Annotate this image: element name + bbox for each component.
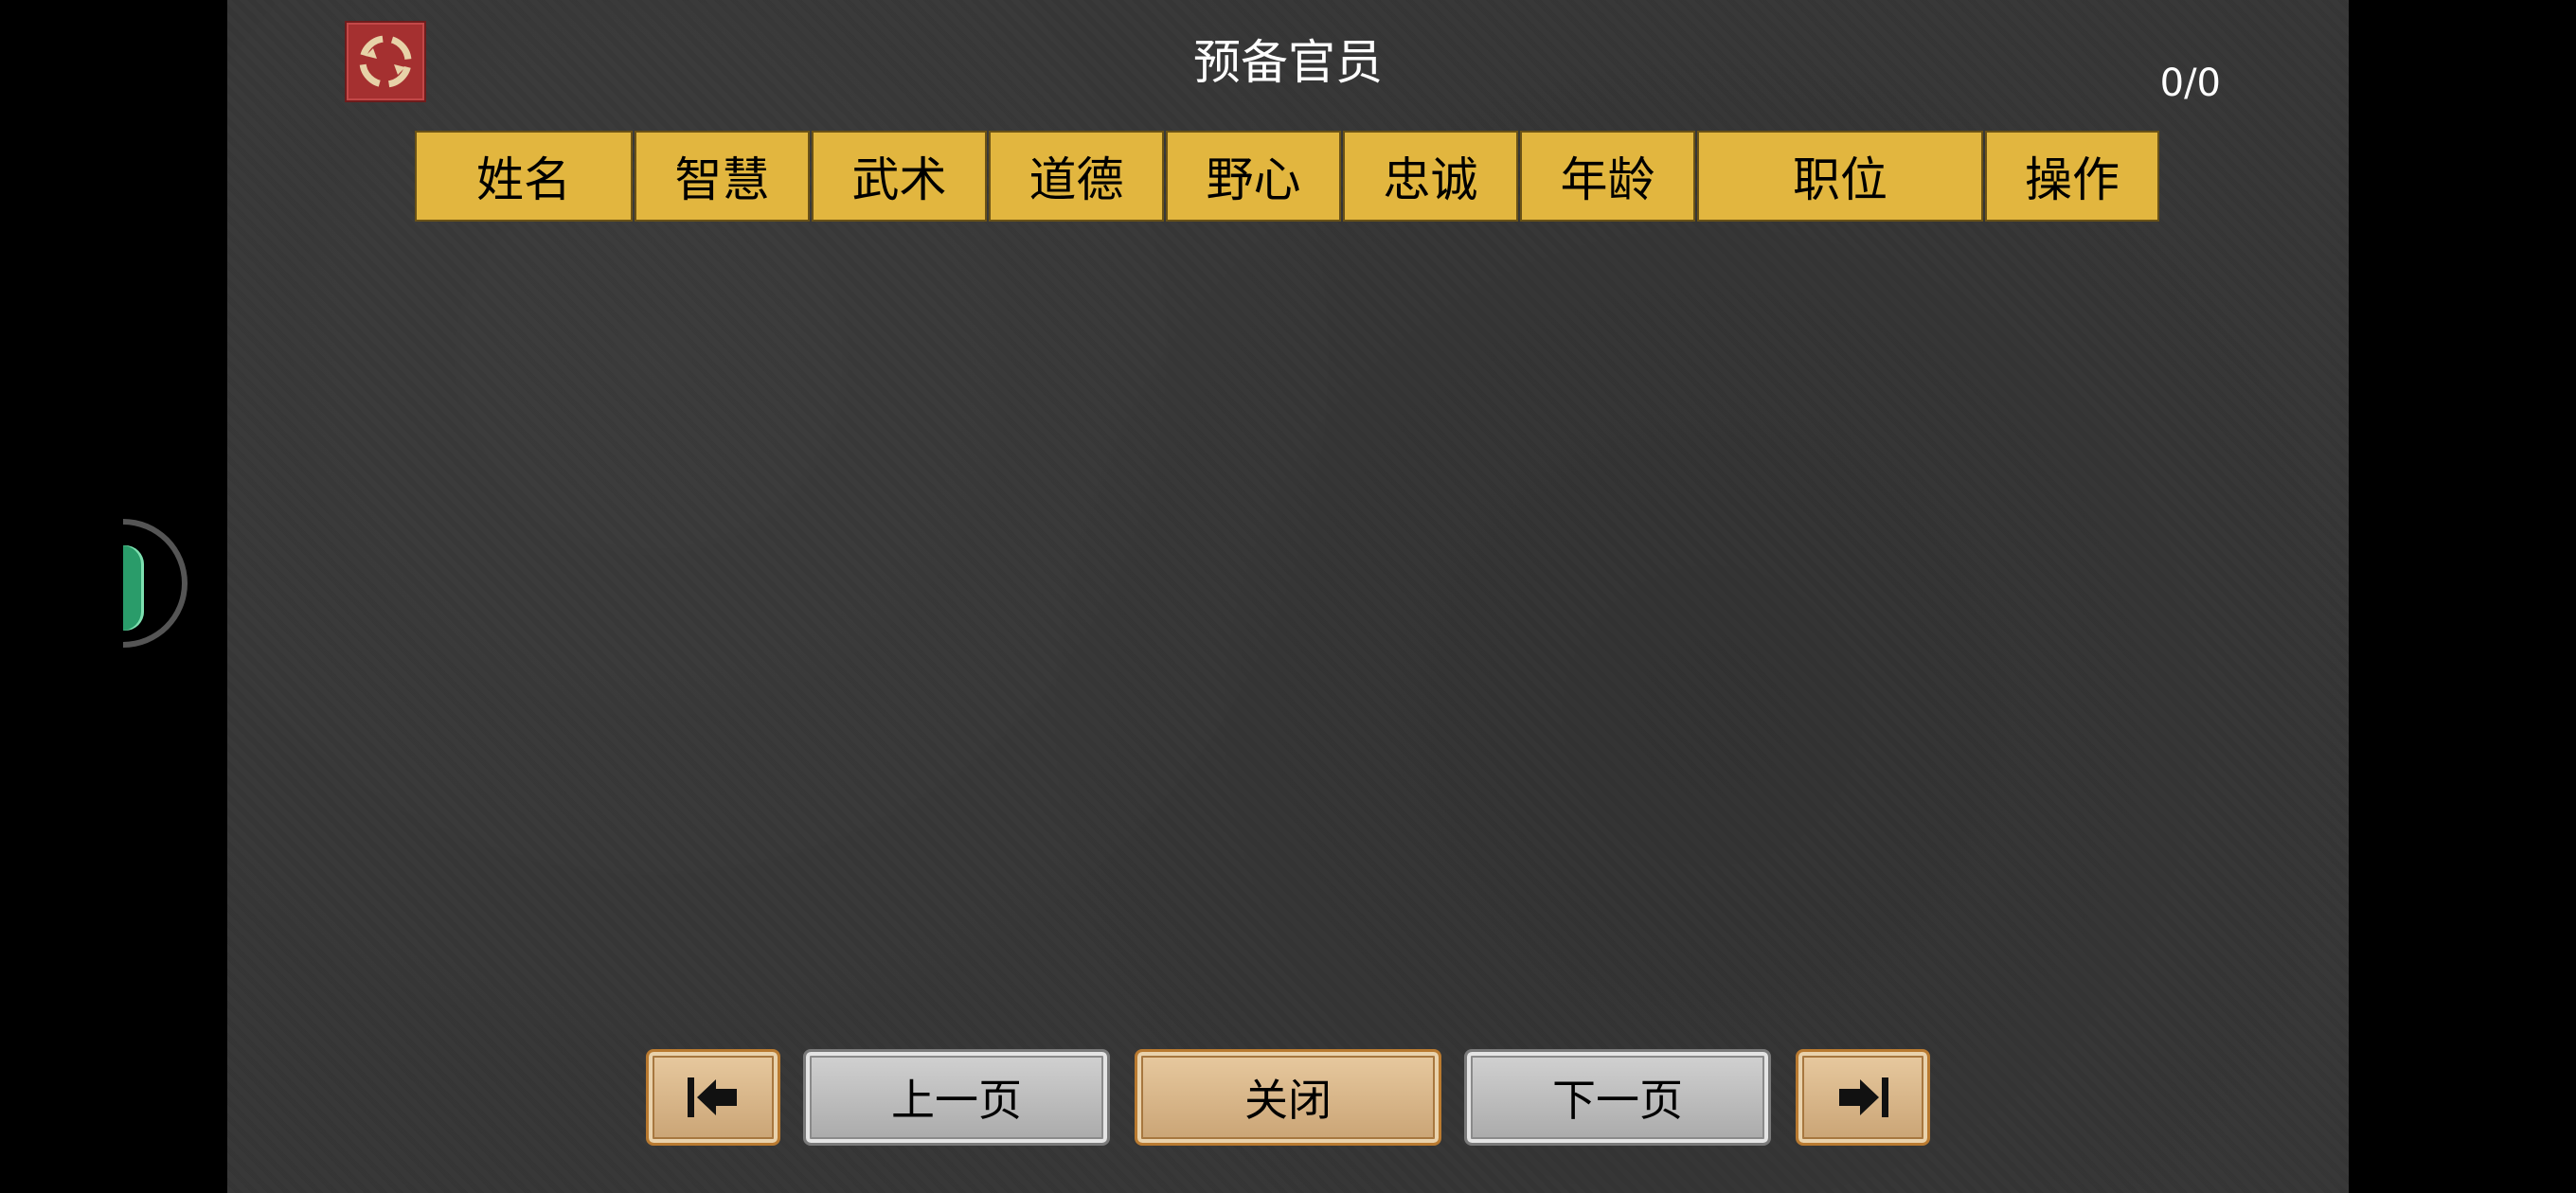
assistive-widget-leaf xyxy=(123,545,144,631)
column-header-loyalty: 忠诚 xyxy=(1343,131,1518,222)
last-page-button[interactable] xyxy=(1796,1049,1930,1146)
column-header-wisdom: 智慧 xyxy=(635,131,810,222)
close-button[interactable]: 关闭 xyxy=(1135,1049,1441,1146)
column-header-morality: 道德 xyxy=(989,131,1164,222)
column-header-position: 职位 xyxy=(1697,131,1983,222)
refresh-button[interactable] xyxy=(345,21,426,102)
table-header: 姓名 智慧 武术 道德 野心 忠诚 年龄 职位 操作 xyxy=(415,131,2161,222)
column-header-name: 姓名 xyxy=(415,131,633,222)
last-page-arrow-icon xyxy=(1839,1077,1888,1117)
column-header-ambition: 野心 xyxy=(1166,131,1341,222)
refresh-icon xyxy=(358,34,413,89)
page-count: 0/0 xyxy=(2159,62,2221,105)
column-header-martial: 武术 xyxy=(812,131,987,222)
column-header-age: 年龄 xyxy=(1520,131,1695,222)
first-page-button[interactable] xyxy=(646,1049,780,1146)
column-header-action: 操作 xyxy=(1985,131,2159,222)
first-page-arrow-icon xyxy=(688,1077,737,1117)
next-page-button[interactable]: 下一页 xyxy=(1464,1049,1771,1146)
dialog-title: 预备官员 xyxy=(1193,35,1383,90)
assistive-widget-icon[interactable] xyxy=(123,519,188,648)
prev-page-button[interactable]: 上一页 xyxy=(803,1049,1110,1146)
